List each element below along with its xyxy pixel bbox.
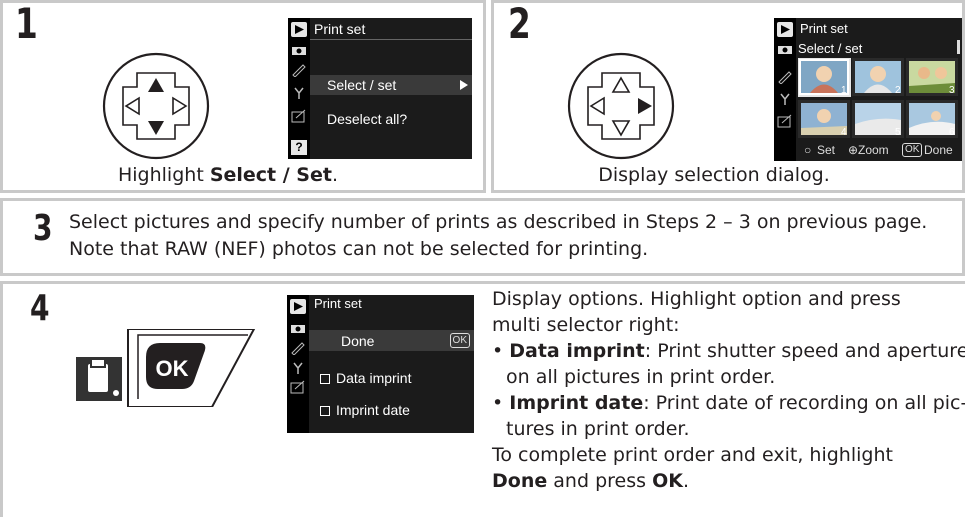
thumb-number: 1 [841,85,847,96]
step3-text-line1: Select pictures and specify number of pr… [69,211,928,233]
step3-text-line2: Note that RAW (NEF) photos can not be se… [69,238,649,260]
thumb-number: 2 [895,85,901,96]
select-set-item[interactable]: Select / set [310,75,472,95]
wrench-tab-icon [293,362,303,374]
step2-caption: Display selection dialog. [598,164,830,186]
camera-tab-icon [291,325,305,333]
ok-button-icon: OK [449,333,470,348]
thumb-number: 4 [841,127,847,138]
ok-button-icon: OK [902,143,923,157]
checkbox-icon [320,406,330,416]
playback-tab-icon [291,22,307,37]
imprint-date-option[interactable]: Imprint date [309,401,474,421]
checkbox-icon [320,374,330,384]
menu-title: Print set [314,296,362,311]
retouch-tab-icon [290,380,305,394]
multi-selector-up-icon [102,52,210,160]
imprint-date-bullet: • Imprint date: Print date of recording … [492,392,965,414]
zoom-icon: ⊕ [848,143,859,157]
step-number: 1 [15,0,38,48]
camera-tab-icon [778,46,792,54]
retouch-tab-icon [777,114,792,128]
camera-tab-icon [292,47,306,55]
menu-title: Print set [800,21,848,36]
menu-title: Print set [314,21,366,37]
thumb-number: 3 [949,85,955,96]
print-options-screen: Print set Done OK Data imprint Imprint d… [287,295,474,433]
playback-tab-icon [777,22,793,37]
wrench-tab-icon [294,87,304,99]
multi-selector-icon: ○ [804,143,812,157]
ok-button-label: OK [156,356,189,381]
wrench-tab-icon [780,93,790,105]
step2-panel: 2 Print set Select / set 1 2 3 4 5 6 ○ S… [491,0,965,193]
selection-dialog-screen: Print set Select / set 1 2 3 4 5 6 ○ Set… [774,18,962,161]
thumb-number: 5 [895,127,901,138]
pencil-tab-icon [292,64,306,77]
step4-section: 4 OK Print set Done OK Data imprint Impr… [0,281,965,517]
dialog-footer: ○ Set ⊕ Zoom OK Done [804,143,953,157]
help-icon: ? [291,140,307,155]
step3-panel: 3 Select pictures and specify number of … [0,198,965,276]
dialog-subtitle: Select / set [798,41,863,56]
done-item[interactable]: Done OK [309,330,474,351]
pencil-tab-icon [291,342,305,355]
thumb-number: 6 [949,127,955,138]
playback-tab-icon [290,299,306,314]
arrow-right-icon [460,80,468,90]
multi-selector-right-icon [567,52,675,160]
step-number: 4 [30,288,50,329]
ok-button-illustration: OK [76,329,256,407]
pencil-tab-icon [778,71,792,84]
data-imprint-option[interactable]: Data imprint [309,369,474,389]
camera-menu-screen: Print set Select / set Deselect all? ? [288,18,472,159]
step-number: 3 [33,208,53,249]
retouch-tab-icon [291,109,306,123]
thumbnail-grid[interactable] [798,58,960,140]
step1-panel: 1 Print set Select / set Deselect all? ?… [0,0,486,193]
deselect-all-item[interactable]: Deselect all? [327,111,407,127]
step-number: 2 [508,0,531,48]
data-imprint-bullet: • Data imprint: Print shutter speed and … [492,340,965,362]
step1-caption: Highlight Select / Set. [117,164,338,186]
